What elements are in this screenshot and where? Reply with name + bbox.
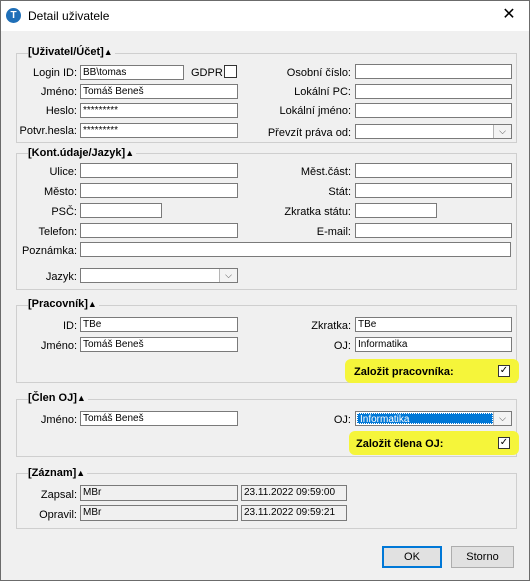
contact-group-title[interactable]: [Kont.údaje/Jazyk]▲	[28, 147, 137, 159]
take-rights-select[interactable]: ⌵	[355, 124, 512, 139]
local-name-label: Lokální jméno:	[279, 105, 351, 117]
zip-label: PSČ:	[51, 206, 77, 218]
create-worker-label: Založit pracovníka:	[354, 366, 454, 378]
take-rights-label: Převzít práva od:	[267, 127, 351, 139]
collapse-arrow-icon[interactable]: ▲	[104, 47, 113, 57]
note-label: Poznámka:	[21, 245, 77, 257]
title-bar: T Detail uživatele ✕	[1, 1, 529, 31]
street-input[interactable]	[80, 163, 238, 178]
member-oj-select[interactable]: Informatika ⌵	[355, 411, 512, 426]
city-label: Město:	[43, 186, 77, 198]
zip-input[interactable]	[80, 203, 162, 218]
cancel-button[interactable]: Storno	[451, 546, 514, 568]
edited-by-label: Opravil:	[39, 509, 77, 521]
country-input[interactable]	[355, 183, 512, 198]
chevron-down-icon[interactable]: ⌵	[219, 269, 237, 282]
worker-id-input[interactable]: TBe	[80, 317, 238, 332]
written-by-label: Zapsal:	[40, 489, 77, 501]
collapse-arrow-icon[interactable]: ▲	[125, 148, 134, 158]
name-input[interactable]: Tomáš Beneš	[80, 84, 238, 99]
district-input[interactable]	[355, 163, 512, 178]
login-id-label: Login ID:	[32, 67, 77, 79]
country-code-label: Zkratka státu:	[284, 206, 351, 218]
language-label: Jazyk:	[45, 271, 77, 283]
gdpr-label: GDPR	[191, 67, 223, 79]
local-pc-label: Lokální PC:	[294, 86, 351, 98]
country-code-input[interactable]	[355, 203, 437, 218]
phone-label: Telefon:	[38, 226, 77, 238]
create-member-checkbox[interactable]: ✓	[498, 437, 510, 449]
personal-number-label: Osobní číslo:	[286, 67, 351, 79]
worker-abbr-label: Zkratka:	[311, 320, 351, 332]
password-label: Heslo:	[45, 105, 77, 117]
collapse-arrow-icon[interactable]: ▲	[77, 393, 86, 403]
worker-oj-label: OJ:	[333, 340, 351, 352]
member-oj-label: OJ:	[333, 414, 351, 426]
password-confirm-label: Potvr.hesla:	[19, 125, 77, 137]
chevron-down-icon[interactable]: ⌵	[493, 125, 511, 138]
worker-id-label: ID:	[62, 320, 77, 332]
record-group-title[interactable]: [Záznam]▲	[28, 467, 88, 479]
password-input[interactable]: *********	[80, 103, 238, 118]
local-pc-input[interactable]	[355, 84, 512, 99]
collapse-arrow-icon[interactable]: ▲	[88, 299, 97, 309]
create-member-label: Založit člena OJ:	[356, 438, 444, 450]
city-input[interactable]	[80, 183, 238, 198]
member-name-label: Jméno:	[40, 414, 77, 426]
edited-by-user: MBr	[80, 505, 238, 521]
ok-button[interactable]: OK	[382, 546, 442, 568]
worker-abbr-input[interactable]: TBe	[355, 317, 512, 332]
member-oj-selected-value: Informatika	[357, 413, 493, 425]
password-confirm-input[interactable]: *********	[80, 123, 238, 138]
worker-name-label: Jméno:	[40, 340, 77, 352]
collapse-arrow-icon[interactable]: ▲	[76, 468, 85, 478]
edited-date: 23.11.2022 09:59:21	[241, 505, 347, 521]
personal-number-input[interactable]	[355, 64, 512, 79]
language-select[interactable]: ⌵	[80, 268, 238, 283]
gdpr-checkbox[interactable]	[224, 65, 237, 78]
name-label: Jméno:	[40, 86, 77, 98]
worker-name-input[interactable]: Tomáš Beneš	[80, 337, 238, 352]
account-group-title[interactable]: [Uživatel/Účet]▲	[28, 46, 115, 58]
district-label: Měst.část:	[300, 166, 351, 178]
worker-group-title[interactable]: [Pracovník]▲	[28, 298, 99, 310]
window-title: Detail uživatele	[28, 9, 110, 23]
close-button[interactable]: ✕	[489, 1, 529, 31]
worker-oj-input[interactable]: Informatika	[355, 337, 512, 352]
member-group-title[interactable]: [Člen OJ]▲	[28, 392, 88, 404]
email-label: E-mail:	[316, 226, 351, 238]
note-input[interactable]	[80, 242, 511, 257]
street-label: Ulice:	[49, 166, 77, 178]
login-id-input[interactable]: BB\tomas	[80, 65, 184, 80]
create-worker-checkbox[interactable]: ✓	[498, 365, 510, 377]
app-logo-icon: T	[6, 8, 21, 23]
chevron-down-icon[interactable]: ⌵	[493, 412, 511, 425]
written-by-user: MBr	[80, 485, 238, 501]
email-input[interactable]	[355, 223, 512, 238]
written-date: 23.11.2022 09:59:00	[241, 485, 347, 501]
country-label: Stát:	[328, 186, 351, 198]
member-name-input[interactable]: Tomáš Beneš	[80, 411, 238, 426]
phone-input[interactable]	[80, 223, 238, 238]
local-name-input[interactable]	[355, 103, 512, 118]
dialog-window: T Detail uživatele ✕ [Uživatel/Účet]▲ Lo…	[0, 0, 530, 581]
